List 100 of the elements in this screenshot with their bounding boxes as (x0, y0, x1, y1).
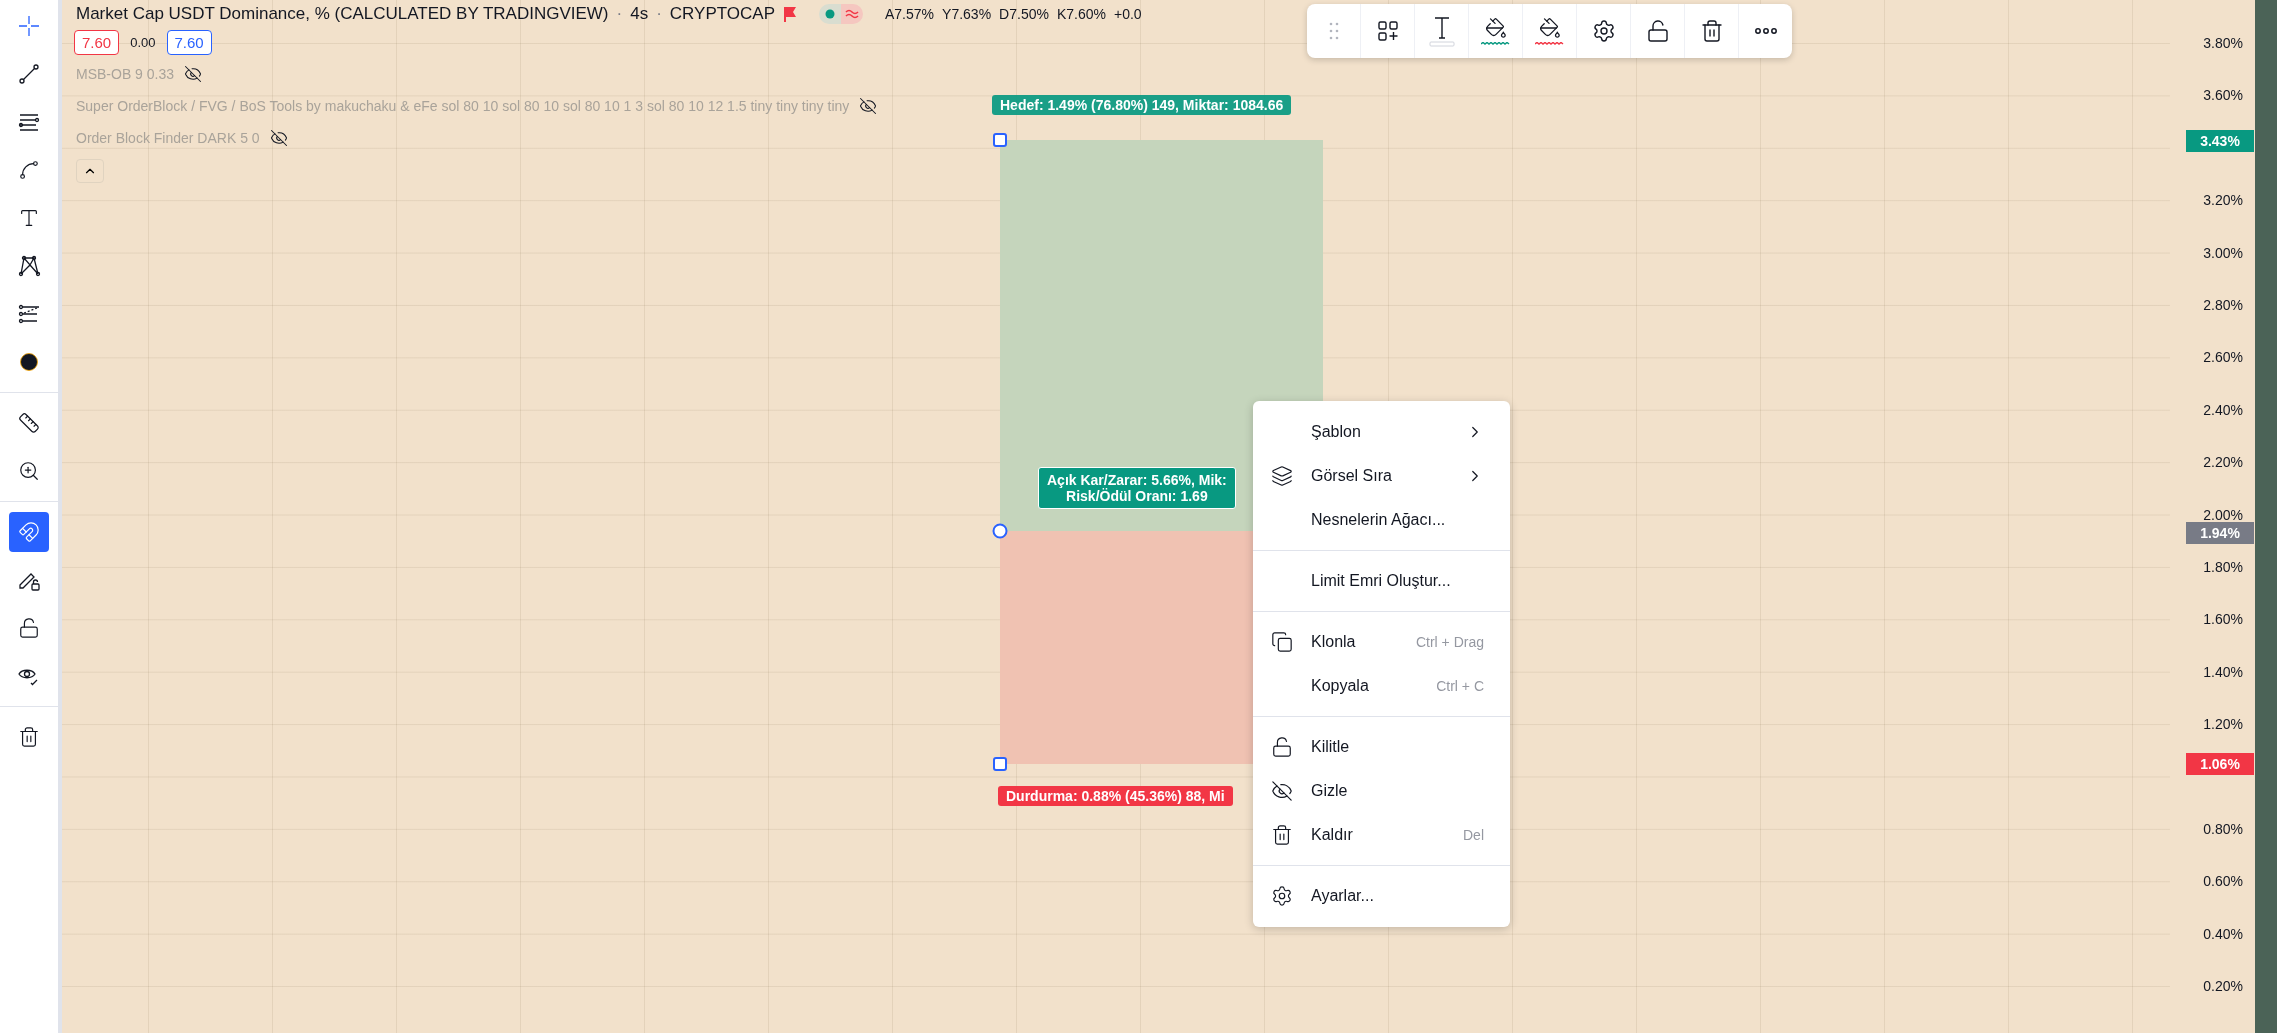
menu-item-label: Görsel Sıra (1311, 467, 1393, 485)
eye-off-icon (1271, 780, 1293, 802)
zoom-in-icon (18, 460, 40, 482)
price-axis[interactable]: 3.80% 3.60% 3.20% 3.00% 2.80% 2.60% 2.40% 2.20% 2.00% 1.80% 1.60% 1.40% 1.20% 0.80% 0.60% 0.40% 0.20% 3.43% 1.94% 1.06% (2170, 0, 2255, 1033)
menu-item-label: Kaldır (1311, 826, 1354, 844)
unlock-icon (1645, 19, 1670, 43)
trash-icon (1699, 19, 1724, 43)
collapse-button[interactable] (76, 159, 104, 183)
ohlc-value: Y7.63% (942, 6, 992, 22)
color-dot-icon (19, 352, 39, 372)
ohlc-value: A7.57% (885, 6, 935, 22)
price-tick-label: 2.00% (2203, 506, 2243, 523)
text-icon (18, 207, 40, 229)
paint-bucket-icon (1538, 16, 1561, 39)
color-wave-icon (1480, 41, 1511, 46)
curve-icon (18, 159, 40, 181)
price-tick-label: 1.80% (2203, 559, 2243, 575)
shortcut-label: Ctrl + C (1436, 678, 1484, 694)
price-badge: 1.06% (2186, 753, 2254, 775)
flag-icon[interactable] (783, 6, 797, 22)
trend-line-icon (17, 62, 41, 86)
crosshair-icon (17, 14, 41, 38)
eye-off-icon[interactable] (184, 65, 203, 83)
price-tick-label: 1.60% (2203, 611, 2243, 628)
menu-item-label: Nesnelerin Ağacı... (1311, 511, 1447, 529)
entry-handle[interactable] (992, 523, 1008, 539)
menu-item-label: Gizle (1311, 782, 1349, 800)
menu-item-label: Klonla (1311, 633, 1357, 651)
settings-icon (1271, 885, 1293, 907)
menu-item[interactable]: Kilitle (1253, 725, 1510, 769)
price-tick-label: 2.80% (2203, 297, 2243, 313)
price-tick-label: 0.40% (2203, 925, 2243, 942)
price-tick-label: 3.80% (2203, 35, 2243, 51)
price-tick-label: 0.20% (2203, 978, 2243, 995)
symbol-title[interactable]: Market Cap USDT Dominance, % (CALCULATED BY TRADINGVIEW) (76, 4, 609, 24)
price-tick-label: 0.60% (2203, 873, 2243, 890)
menu-item[interactable]: Limit Emri Oluştur... (1253, 559, 1510, 603)
price-tick-label: 3.20% (2203, 192, 2243, 209)
ruler-icon (18, 412, 40, 434)
menu-item-label: Limit Emri Oluştur... (1311, 572, 1452, 590)
magnet-icon (18, 521, 40, 543)
color-wave-icon (1534, 41, 1565, 46)
price-tick-label: 1.20% (2203, 716, 2243, 733)
more-icon (1754, 28, 1777, 34)
resize-handle[interactable] (993, 757, 1007, 771)
menu-item[interactable]: Şablon (1253, 410, 1510, 454)
price-tick-label: 2.40% (2203, 401, 2243, 418)
price-badge: 1.94% (2186, 522, 2254, 544)
menu-item[interactable]: Kaldır Del (1253, 813, 1510, 857)
ohlc-value: K7.60% (1056, 6, 1106, 22)
paint-bucket-icon (1484, 16, 1507, 39)
eye-off-icon[interactable] (269, 129, 288, 147)
exchange-label: CRYPTOCAP (669, 4, 775, 24)
menu-item[interactable]: Ayarlar... (1253, 874, 1510, 918)
unlock-icon (1271, 736, 1293, 758)
wave-icon (845, 9, 859, 19)
lines-icon (17, 302, 41, 326)
shortcut-label: Del (1463, 827, 1484, 843)
ohlc-value: +0.0 (1113, 6, 1142, 22)
magnet-tool[interactable] (9, 512, 49, 552)
menu-item-label: Ayarlar... (1311, 887, 1375, 905)
grip-icon (1327, 21, 1340, 41)
price-badge: 3.43% (2186, 130, 2254, 152)
menu-item[interactable]: Nesnelerin Ağacı... (1253, 498, 1510, 542)
price-tick-label: 3.60% (2203, 87, 2243, 104)
target-label: Hedef: 1.49% (76.80%) 149, Miktar: 1084.66 (992, 95, 1292, 115)
menu-item[interactable]: Klonla Ctrl + Drag (1253, 620, 1510, 664)
menu-item-label: Şablon (1311, 423, 1362, 441)
menu-item-label: Kopyala (1311, 677, 1370, 695)
stop-label: Durdurma: 0.88% (45.36%) 88, Mi (998, 786, 1233, 806)
templates-icon (1375, 19, 1400, 43)
separator-dot: · (656, 4, 662, 24)
pattern-icon (17, 254, 41, 278)
eye-off-icon[interactable] (859, 97, 878, 115)
text-style-icon (1426, 14, 1457, 48)
price-tick-label: 0.80% (2203, 821, 2243, 837)
resize-handle[interactable] (993, 133, 1007, 147)
profit-loss-label: Açık Kar/Zarar: 5.66%, Mik: Risk/Ödül Oranı: 1.69 (1038, 467, 1236, 509)
price-tick-label: 1.40% (2203, 663, 2243, 680)
sell-price-button[interactable]: 7.60 (74, 30, 120, 55)
spread-value: 0.00 (129, 34, 157, 52)
trash-icon (1271, 824, 1293, 846)
buy-price-button[interactable]: 7.60 (166, 30, 212, 55)
settings-icon (1591, 19, 1616, 43)
ohlc-value: D7.50% (999, 6, 1049, 22)
menu-item[interactable]: Kopyala Ctrl + C (1253, 664, 1510, 708)
separator-dot: · (616, 4, 623, 24)
price-tick-label: 3.00% (2203, 244, 2243, 261)
layers-icon (1271, 465, 1293, 487)
trash-icon (18, 726, 40, 748)
price-tick-label: 2.60% (2203, 349, 2243, 366)
copy-icon (1271, 631, 1293, 653)
shortcut-label: Ctrl + Drag (1415, 634, 1484, 650)
status-dot-icon (825, 9, 835, 19)
unlock-icon (18, 617, 40, 639)
market-status-pill[interactable] (819, 4, 863, 24)
interval-label[interactable]: 4s (630, 4, 649, 24)
price-tick-label: 2.20% (2203, 454, 2243, 471)
menu-item[interactable]: Görsel Sıra (1253, 454, 1510, 498)
menu-item[interactable]: Gizle (1253, 769, 1510, 813)
